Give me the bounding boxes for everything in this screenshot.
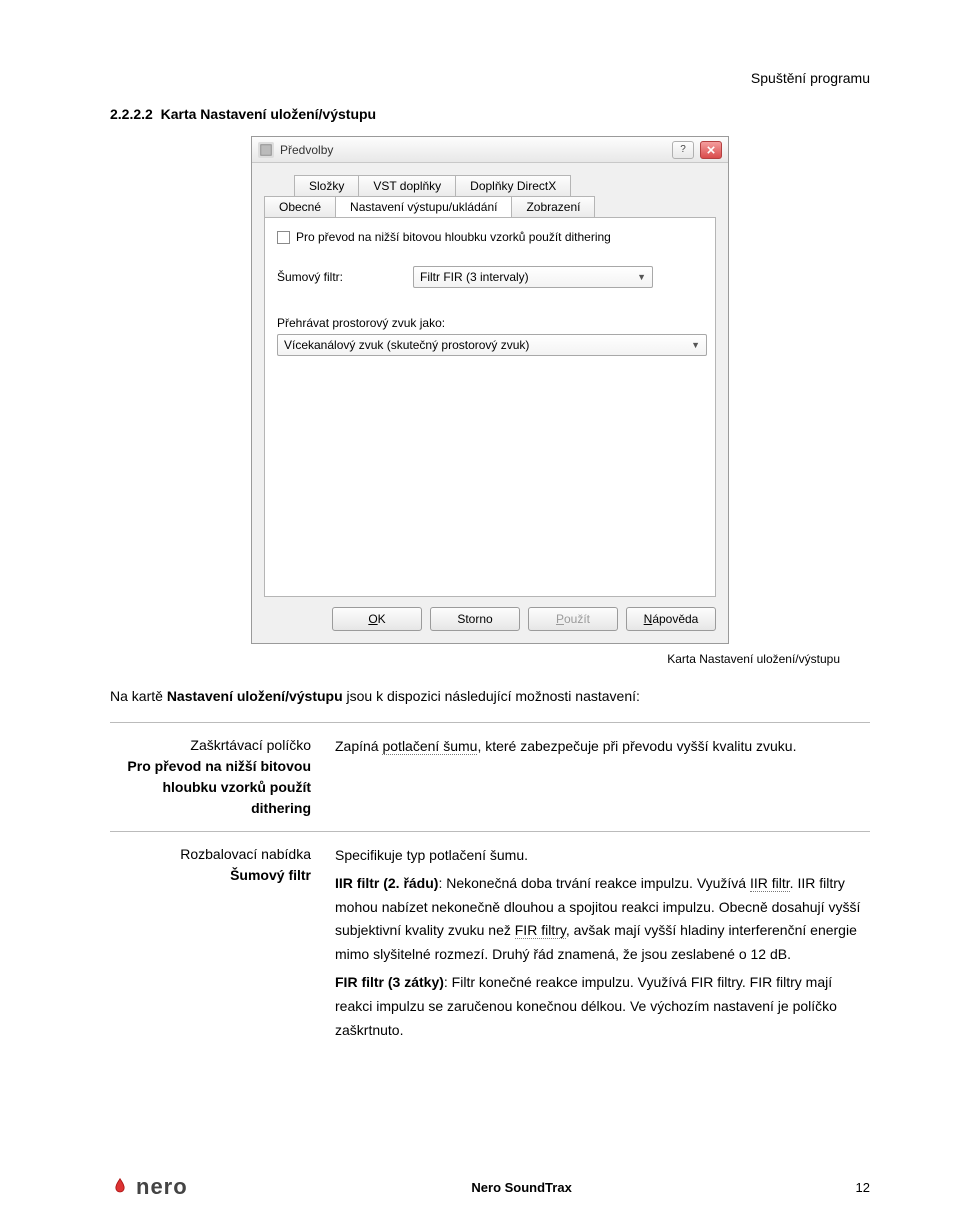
help-button[interactable]: Nápověda	[626, 607, 716, 631]
flame-icon	[110, 1177, 130, 1197]
noise-filter-combo[interactable]: Filtr FIR (3 intervaly) ▼	[413, 266, 653, 288]
desc-text: : Nekonečná doba trvání reakce impulzu. …	[438, 875, 750, 891]
term-bold: Šumový filtr	[110, 865, 311, 886]
section-heading: 2.2.2.2 Karta Nastavení uložení/výstupu	[110, 106, 870, 122]
definitions-table: Zaškrtávací políčko Pro převod na nižší …	[110, 722, 870, 1056]
desc-cell: Zapíná potlačení šumu, které zabezpečuje…	[335, 735, 870, 819]
dotted-term: potlačení šumu	[382, 738, 477, 755]
nero-logo: nero	[110, 1174, 188, 1200]
dialog-icon	[258, 142, 274, 158]
brand-text: nero	[136, 1174, 188, 1200]
dithering-checkbox-label: Pro převod na nižší bitovou hloubku vzor…	[296, 230, 611, 244]
chevron-down-icon: ▼	[637, 272, 646, 282]
intro-prefix: Na kartě	[110, 688, 167, 704]
ok-button[interactable]: OK	[332, 607, 422, 631]
tab-view[interactable]: Zobrazení	[511, 196, 595, 217]
term-cell: Zaškrtávací políčko Pro převod na nižší …	[110, 735, 335, 819]
dotted-term: FIR filtry	[515, 922, 566, 939]
section-number: 2.2.2.2	[110, 106, 153, 122]
desc-cell: Specifikuje typ potlačení šumu. IIR filt…	[335, 844, 870, 1044]
close-window-button[interactable]	[700, 141, 722, 159]
chapter-path: Spuštění programu	[110, 70, 870, 86]
dotted-term: IIR filtr	[750, 875, 790, 892]
table-row: Zaškrtávací políčko Pro převod na nižší …	[110, 722, 870, 831]
noise-filter-value: Filtr FIR (3 intervaly)	[420, 270, 529, 284]
dithering-checkbox[interactable]	[277, 231, 290, 244]
help-window-button[interactable]: ?	[672, 141, 694, 159]
intro-suffix: jsou k dispozici následující možnosti na…	[343, 688, 640, 704]
section-title-text: Karta Nastavení uložení/výstupu	[161, 106, 377, 122]
term-bold: Pro převod na nižší bitovou hloubku vzor…	[110, 756, 311, 819]
footer-product: Nero SoundTrax	[188, 1180, 856, 1195]
cancel-button[interactable]: Storno	[430, 607, 520, 631]
page-number: 12	[856, 1180, 870, 1195]
dialog-body: Složky VST doplňky Doplňky DirectX Obecn…	[252, 163, 728, 643]
dialog-title: Předvolby	[280, 143, 666, 157]
preferences-dialog: Předvolby ? Složky VST doplňky Doplňky D…	[251, 136, 729, 644]
tab-folders[interactable]: Složky	[294, 175, 359, 196]
chevron-down-icon: ▼	[691, 340, 700, 350]
tab-directx[interactable]: Doplňky DirectX	[455, 175, 571, 196]
desc-text: Zapíná	[335, 738, 382, 754]
figure-caption: Karta Nastavení uložení/výstupu	[140, 652, 840, 666]
desc-bold: FIR filtr (3 zátky)	[335, 974, 444, 990]
page-footer: nero Nero SoundTrax 12	[110, 1174, 870, 1200]
desc-line-2: IIR filtr (2. řádu): Nekonečná doba trvá…	[335, 872, 864, 967]
apply-button[interactable]: Použít	[528, 607, 618, 631]
term-lead: Zaškrtávací políčko	[110, 735, 311, 756]
table-row: Rozbalovací nabídka Šumový filtr Specifi…	[110, 831, 870, 1056]
dialog-titlebar: Předvolby ?	[252, 137, 728, 163]
desc-text: , které zabezpečuje při převodu vyšší kv…	[477, 738, 796, 754]
desc-bold: IIR filtr (2. řádu)	[335, 875, 438, 891]
tab-general[interactable]: Obecné	[264, 196, 336, 217]
tab-vst[interactable]: VST doplňky	[358, 175, 456, 196]
surround-play-label: Přehrávat prostorový zvuk jako:	[277, 316, 703, 330]
term-cell: Rozbalovací nabídka Šumový filtr	[110, 844, 335, 1044]
tab-panel-output-save: Pro převod na nižší bitovou hloubku vzor…	[264, 217, 716, 597]
surround-play-combo[interactable]: Vícekanálový zvuk (skutečný prostorový z…	[277, 334, 707, 356]
noise-filter-label: Šumový filtr:	[277, 270, 395, 284]
surround-play-value: Vícekanálový zvuk (skutečný prostorový z…	[284, 338, 529, 352]
intro-paragraph: Na kartě Nastavení uložení/výstupu jsou …	[110, 688, 870, 704]
intro-bold: Nastavení uložení/výstupu	[167, 688, 343, 704]
desc-line-3: FIR filtr (3 zátky): Filtr konečné reakc…	[335, 971, 864, 1042]
term-lead: Rozbalovací nabídka	[110, 844, 311, 865]
tab-output-save[interactable]: Nastavení výstupu/ukládání	[335, 196, 512, 217]
dialog-button-row: OK Storno Použít Nápověda	[264, 607, 716, 631]
desc-line-1: Specifikuje typ potlačení šumu.	[335, 844, 864, 868]
